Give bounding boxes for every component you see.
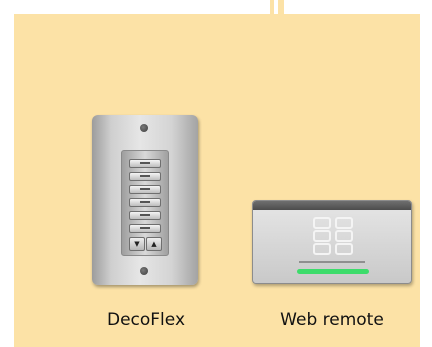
remote-green-bar <box>297 269 369 274</box>
decoflex-wall-keypad-image: ▼ ▲ <box>92 115 198 285</box>
keypad-button-6 <box>129 224 161 233</box>
remote-button-5 <box>313 243 331 255</box>
keypad-button-2 <box>129 172 161 181</box>
remote-slider-track <box>299 261 365 263</box>
remote-button-6 <box>335 243 353 255</box>
web-remote-screenshot-image <box>252 200 412 284</box>
web-remote-caption: Web remote <box>280 310 384 330</box>
product-panel <box>14 14 420 347</box>
top-screw-icon <box>140 124 148 132</box>
keypad-button-5 <box>129 211 161 220</box>
remote-button-2 <box>335 217 353 229</box>
keypad-button-1 <box>129 159 161 168</box>
keypad-up-arrow-icon: ▲ <box>146 237 162 251</box>
remote-title-bar <box>253 201 411 210</box>
bottom-screw-icon <box>140 267 148 275</box>
remote-button-1 <box>313 217 331 229</box>
remote-button-4 <box>335 230 353 242</box>
remote-button-3 <box>313 230 331 242</box>
panel-tab-divider <box>274 0 278 14</box>
decoflex-caption: DecoFlex <box>106 310 186 330</box>
keypad-down-arrow-icon: ▼ <box>129 237 145 251</box>
keypad-module: ▼ ▲ <box>121 150 169 256</box>
keypad-button-4 <box>129 198 161 207</box>
keypad-button-3 <box>129 185 161 194</box>
